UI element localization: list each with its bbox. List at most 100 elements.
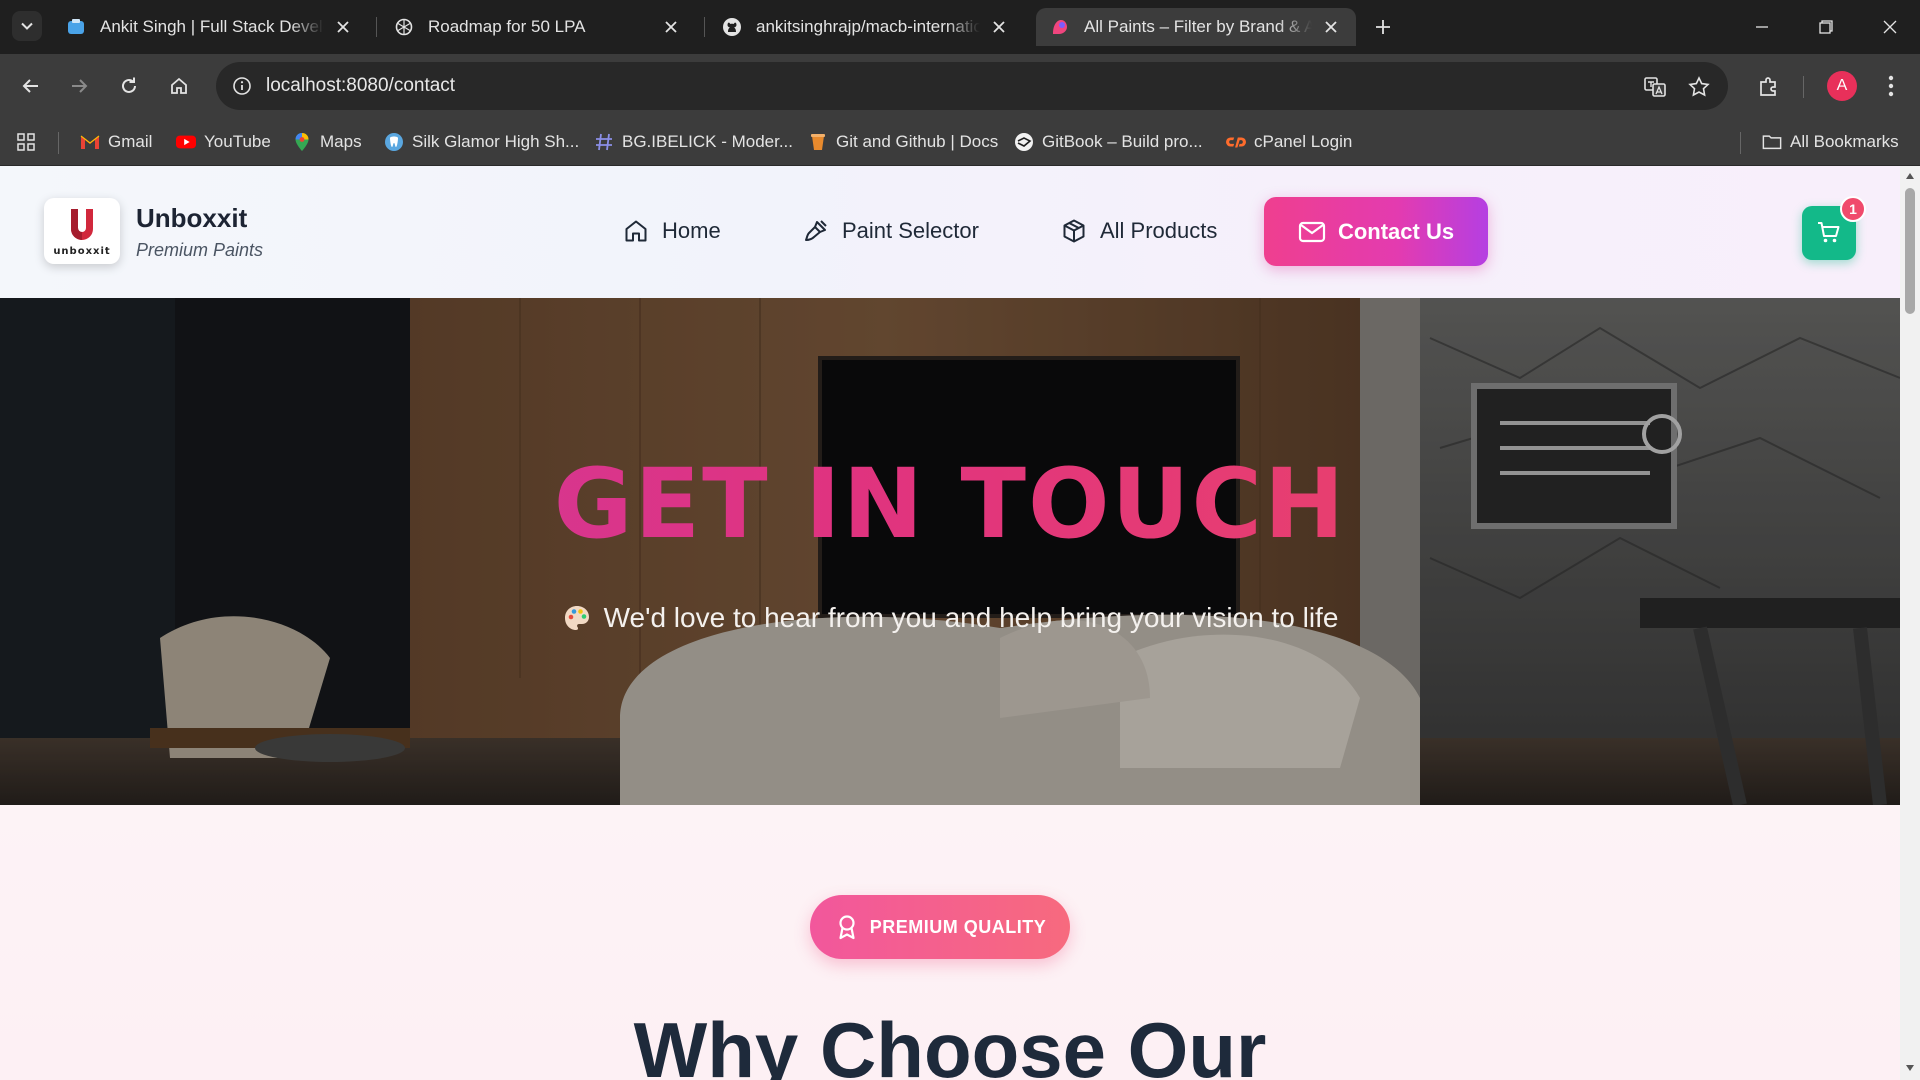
bookmark-label: Silk Glamor High Sh... bbox=[412, 132, 580, 151]
bookmarks-bar: Gmail YouTube Maps Silk Glamor High Sh..… bbox=[0, 118, 1920, 166]
maps-pin-icon bbox=[292, 132, 312, 152]
bookmark-gmail[interactable]: Gmail bbox=[80, 130, 152, 154]
close-icon[interactable] bbox=[332, 16, 354, 38]
close-icon[interactable] bbox=[988, 16, 1010, 38]
hero-section: GET IN TOUCH We'd love to hear from you … bbox=[0, 298, 1900, 805]
bookmark-star-icon[interactable] bbox=[1684, 72, 1714, 102]
section-title: Why Choose Our bbox=[633, 1006, 1267, 1080]
tab-search-button[interactable] bbox=[12, 11, 42, 41]
forward-arrow-icon bbox=[72, 79, 88, 93]
brand-name: Unboxxit bbox=[136, 203, 248, 233]
tab-portfolio[interactable]: Ankit Singh | Full Stack Developer bbox=[52, 8, 368, 46]
bookmark-silk-glamor[interactable]: Silk Glamor High Sh... bbox=[384, 130, 579, 154]
home-button[interactable] bbox=[162, 69, 196, 103]
kebab-menu-icon bbox=[1888, 75, 1894, 97]
minimize-button[interactable] bbox=[1742, 10, 1782, 44]
paint-favicon-icon bbox=[1050, 17, 1070, 37]
home-icon bbox=[171, 77, 187, 94]
nav-paint-selector[interactable]: Paint Selector bbox=[802, 213, 979, 249]
hash-icon bbox=[594, 132, 614, 152]
forward-button[interactable] bbox=[62, 69, 96, 103]
bookmark-youtube[interactable]: YouTube bbox=[176, 130, 271, 154]
new-tab-button[interactable] bbox=[1368, 12, 1398, 42]
apps-grid-icon bbox=[16, 132, 36, 152]
premium-quality-label: PREMIUM QUALITY bbox=[869, 916, 1047, 937]
folder-icon bbox=[1762, 132, 1782, 152]
cup-icon bbox=[808, 132, 828, 152]
youtube-icon bbox=[176, 132, 196, 152]
page-viewport: unboxxit Unboxxit Premium Paints Home Pa… bbox=[0, 166, 1900, 1080]
address-bar[interactable]: localhost:8080/contact bbox=[216, 62, 1728, 110]
translate-icon[interactable] bbox=[1640, 72, 1670, 102]
restore-icon bbox=[1819, 20, 1833, 34]
tab-title: All Paints – Filter by Brand & Applicati… bbox=[1084, 17, 1312, 36]
hero-subtitle: We'd love to hear from you and help brin… bbox=[0, 602, 1900, 634]
nav-all-products[interactable]: All Products bbox=[1060, 213, 1217, 249]
close-icon[interactable] bbox=[1320, 16, 1342, 38]
bookmark-label: cPanel Login bbox=[1254, 132, 1353, 151]
cart-count-badge: 1 bbox=[1840, 196, 1866, 222]
why-choose-section: PREMIUM QUALITY Why Choose Our bbox=[0, 805, 1900, 1080]
premium-quality-badge: PREMIUM QUALITY bbox=[810, 895, 1070, 959]
bookmark-label: YouTube bbox=[204, 132, 271, 151]
gmail-icon bbox=[80, 132, 100, 152]
nav-home-label: Home bbox=[662, 218, 721, 243]
apps-button[interactable] bbox=[16, 130, 44, 154]
bookmark-gitbook[interactable]: GitBook – Build pro... bbox=[1014, 130, 1203, 154]
profile-avatar[interactable]: A bbox=[1827, 71, 1857, 101]
bookmark-label: Gmail bbox=[108, 132, 153, 151]
nav-all-products-label: All Products bbox=[1100, 218, 1218, 243]
nav-home[interactable]: Home bbox=[622, 213, 721, 249]
tab-divider bbox=[704, 17, 705, 37]
nav-contact-label: Contact Us bbox=[1337, 218, 1455, 244]
plus-icon bbox=[1376, 20, 1390, 34]
award-ribbon-icon bbox=[834, 914, 860, 940]
mail-icon bbox=[1298, 218, 1326, 246]
all-bookmarks-button[interactable]: All Bookmarks bbox=[1762, 130, 1899, 154]
tab-roadmap[interactable]: Roadmap for 50 LPA bbox=[380, 8, 696, 46]
tab-github[interactable]: ankitsinghrajp/macb-international bbox=[708, 8, 1024, 46]
tab-title: Roadmap for 50 LPA bbox=[428, 17, 586, 36]
scroll-down-arrow-icon[interactable] bbox=[1904, 1062, 1916, 1074]
bookmark-label: Git and Github | Docs bbox=[836, 132, 999, 151]
close-window-button[interactable] bbox=[1870, 10, 1910, 44]
toolbar-divider bbox=[1803, 76, 1804, 98]
close-icon[interactable] bbox=[660, 16, 682, 38]
tab-title: Ankit Singh | Full Stack Developer bbox=[100, 17, 324, 36]
reload-icon bbox=[122, 77, 136, 93]
site-logo[interactable]: unboxxit bbox=[44, 198, 120, 264]
bookmark-cpanel[interactable]: cPanel Login bbox=[1226, 130, 1352, 154]
chatgpt-icon bbox=[394, 17, 414, 37]
tab-all-paints[interactable]: All Paints – Filter by Brand & Applicati… bbox=[1036, 8, 1356, 46]
bookmark-bgibelick[interactable]: BG.IBELICK - Moder... bbox=[594, 130, 793, 154]
nav-paint-selector-label: Paint Selector bbox=[842, 218, 979, 243]
gitbook-icon bbox=[1014, 132, 1034, 152]
tab-divider bbox=[376, 17, 377, 37]
site-info-icon[interactable] bbox=[228, 72, 256, 100]
site-header: unboxxit Unboxxit Premium Paints Home Pa… bbox=[0, 166, 1900, 298]
portfolio-favicon-icon bbox=[66, 17, 86, 37]
all-bookmarks-label: All Bookmarks bbox=[1790, 132, 1899, 151]
back-arrow-icon bbox=[22, 79, 38, 93]
bookmark-git-github[interactable]: Git and Github | Docs bbox=[808, 130, 998, 154]
bookmark-maps[interactable]: Maps bbox=[292, 130, 362, 154]
scroll-up-arrow-icon[interactable] bbox=[1904, 170, 1916, 182]
tab-strip: Ankit Singh | Full Stack Developer Roadm… bbox=[0, 0, 1920, 54]
cart-icon bbox=[1818, 222, 1840, 243]
back-button[interactable] bbox=[14, 69, 48, 103]
hero-title: GET IN TOUCH bbox=[0, 448, 1900, 560]
url-text: localhost:8080/contact bbox=[266, 75, 456, 96]
tooth-icon bbox=[384, 132, 404, 152]
reload-button[interactable] bbox=[112, 69, 146, 103]
restore-button[interactable] bbox=[1806, 10, 1846, 44]
bookmark-label: BG.IBELICK - Moder... bbox=[622, 132, 794, 151]
page-scrollbar[interactable] bbox=[1900, 166, 1920, 1080]
brush-icon bbox=[802, 217, 830, 245]
scrollbar-thumb[interactable] bbox=[1905, 188, 1915, 314]
menu-button[interactable] bbox=[1874, 69, 1908, 103]
palette-icon bbox=[564, 606, 589, 630]
nav-contact-us-button[interactable]: Contact Us bbox=[1264, 197, 1488, 266]
extensions-button[interactable] bbox=[1752, 69, 1786, 103]
browser-toolbar: localhost:8080/contact A bbox=[0, 54, 1920, 118]
github-icon bbox=[722, 17, 742, 37]
